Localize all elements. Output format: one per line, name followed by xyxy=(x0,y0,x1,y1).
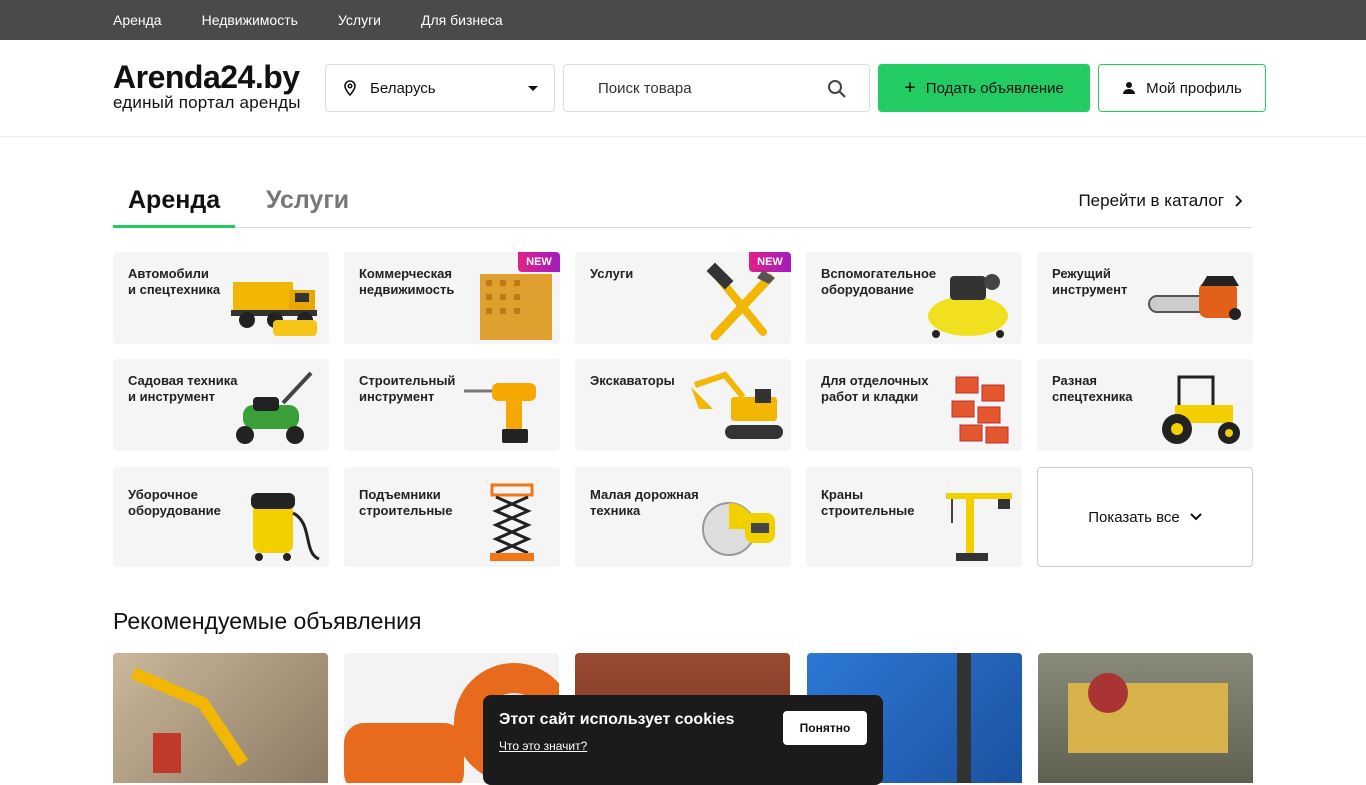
category-card-excavators[interactable]: Экскаваторы xyxy=(575,359,791,451)
category-card-construction-tools[interactable]: Строительный инструмент xyxy=(344,359,560,451)
cookie-info-link[interactable]: Что это значит? xyxy=(499,739,587,753)
region-select[interactable]: Беларусь xyxy=(325,64,555,112)
category-card-commercial[interactable]: Коммерческая недвижимость NEW xyxy=(344,252,560,344)
search-box xyxy=(563,64,870,112)
category-label: Садовая техника и инструмент xyxy=(128,373,238,404)
category-label: Уборочное оборудование xyxy=(128,487,221,518)
profile-label: Мой профиль xyxy=(1146,79,1242,97)
category-label: Услуги xyxy=(590,266,634,281)
topnav-rent[interactable]: Аренда xyxy=(113,12,162,28)
category-card-finishing[interactable]: Для отделочных работ и кладки xyxy=(806,359,1022,451)
recommended-title: Рекомендуемые объявления xyxy=(113,608,422,634)
post-ad-label: Подать объявление xyxy=(925,79,1064,97)
compressor-icon xyxy=(928,274,1008,338)
category-card-lifts[interactable]: Подъемники строительные xyxy=(344,467,560,567)
topnav-services[interactable]: Услуги xyxy=(338,12,381,28)
category-label: Для отделочных работ и кладки xyxy=(821,373,929,404)
logo-name: Arenda24.by xyxy=(113,59,300,95)
category-tabs: Аренда Услуги Перейти в каталог xyxy=(113,180,1252,228)
category-label: Коммерческая недвижимость xyxy=(359,266,455,297)
category-label: Подъемники строительные xyxy=(359,487,453,518)
scissor-lift-icon xyxy=(490,483,534,561)
listing-card[interactable] xyxy=(1038,653,1253,783)
catalog-link[interactable]: Перейти в каталог xyxy=(1078,191,1242,211)
category-card-road-equipment[interactable]: Малая дорожная техника xyxy=(575,467,791,567)
listing-photo-excavator-icon xyxy=(130,667,248,773)
category-label: Автомобили и спецтехника xyxy=(128,266,221,297)
catalog-link-label: Перейти в каталог xyxy=(1078,191,1224,210)
post-ad-button[interactable]: + Подать объявление xyxy=(878,64,1090,112)
category-label: Вспомогательное оборудование xyxy=(821,266,937,297)
chevron-down-icon xyxy=(1190,513,1202,521)
search-icon[interactable] xyxy=(827,79,847,99)
chevron-right-icon xyxy=(1235,195,1242,207)
chevron-down-icon xyxy=(528,86,538,91)
profile-button[interactable]: Мой профиль xyxy=(1098,64,1266,112)
road-saw-icon xyxy=(702,502,775,556)
category-label: Режущий инструмент xyxy=(1052,266,1128,297)
listing-photo-crane-truck-icon xyxy=(1068,673,1228,753)
category-label: Строительный инструмент xyxy=(359,373,456,404)
dump-truck-icon xyxy=(231,282,317,336)
building-icon xyxy=(480,274,552,340)
location-pin-icon xyxy=(344,80,356,96)
vacuum-cleaner-icon xyxy=(251,493,320,561)
cookie-banner: Этот сайт использует cookies Что это зна… xyxy=(483,695,883,785)
region-value: Беларусь xyxy=(370,79,436,97)
category-label: Краны строительные xyxy=(821,487,915,518)
tractor-icon xyxy=(1162,375,1240,444)
top-navigation: Аренда Недвижимость Услуги Для бизнеса xyxy=(0,0,1366,40)
excavator-icon xyxy=(691,371,783,439)
listing-card[interactable] xyxy=(113,653,328,783)
site-logo[interactable]: Arenda24.by единый портал аренды xyxy=(113,60,301,112)
category-card-vehicles[interactable]: Автомобили и спецтехника xyxy=(113,252,329,344)
crane-icon xyxy=(946,493,1012,561)
category-label: Разная спецтехника xyxy=(1052,373,1133,404)
category-label: Экскаваторы xyxy=(590,373,675,388)
user-icon xyxy=(1123,82,1136,94)
topnav-realty[interactable]: Недвижимость xyxy=(202,12,298,28)
chainsaw-icon xyxy=(1148,276,1241,320)
search-input[interactable] xyxy=(564,66,814,110)
tab-services[interactable]: Услуги xyxy=(266,186,349,228)
show-all-label: Показать все xyxy=(1088,508,1180,526)
category-card-services[interactable]: Услуги NEW xyxy=(575,252,791,344)
show-all-button[interactable]: Показать все xyxy=(1037,467,1253,567)
category-card-cranes[interactable]: Краны строительные xyxy=(806,467,1022,567)
bricks-icon xyxy=(951,376,1009,444)
logo-tagline: единый портал аренды xyxy=(113,93,301,112)
topnav-business[interactable]: Для бизнеса xyxy=(421,12,503,28)
tools-icon xyxy=(706,262,775,340)
category-card-garden[interactable]: Садовая техника и инструмент xyxy=(113,359,329,451)
lawnmower-icon xyxy=(236,371,313,444)
tab-rent[interactable]: Аренда xyxy=(113,186,235,228)
plus-icon: + xyxy=(904,77,916,99)
category-card-auxiliary[interactable]: Вспомогательное оборудование xyxy=(806,252,1022,344)
cookie-accept-button[interactable]: Понятно xyxy=(783,711,867,745)
site-header: Arenda24.by единый портал аренды Беларус… xyxy=(0,40,1366,137)
drill-icon xyxy=(464,383,536,443)
category-card-cutting[interactable]: Режущий инструмент xyxy=(1037,252,1253,344)
category-card-misc-machinery[interactable]: Разная спецтехника xyxy=(1037,359,1253,451)
cookie-title: Этот сайт использует cookies xyxy=(499,711,735,728)
category-card-cleaning[interactable]: Уборочное оборудование xyxy=(113,467,329,567)
category-label: Малая дорожная техника xyxy=(590,487,699,518)
